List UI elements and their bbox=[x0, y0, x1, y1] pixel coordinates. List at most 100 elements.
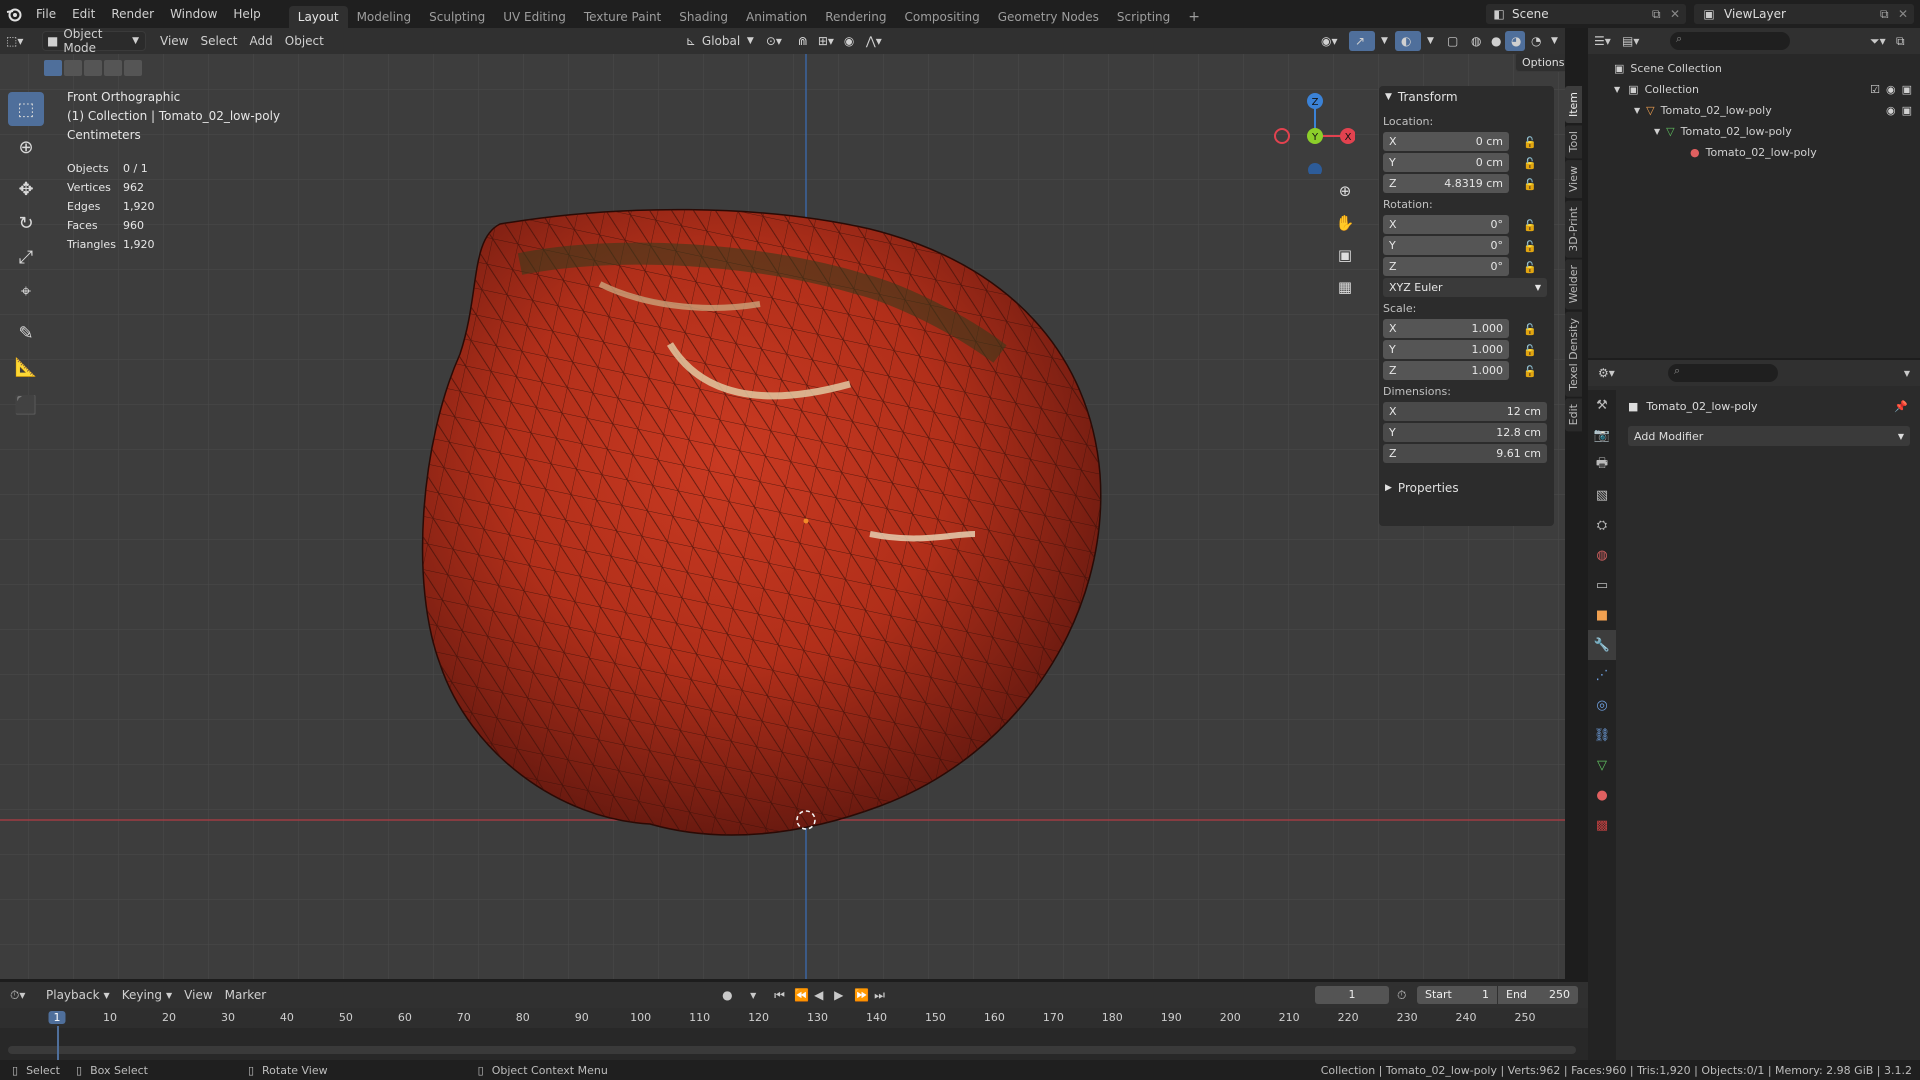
tab-layout[interactable]: Layout bbox=[288, 6, 348, 28]
location-z-field[interactable]: Z 4.8319 cm bbox=[1383, 174, 1509, 193]
dimension-z-field[interactable]: Z 9.61 cm bbox=[1383, 444, 1547, 463]
texture-props-icon[interactable]: ▩ bbox=[1588, 810, 1616, 840]
output-props-icon[interactable]: 🖶 bbox=[1588, 450, 1616, 480]
start-frame-field[interactable]: Start 1 bbox=[1417, 986, 1497, 1004]
tool-props-icon[interactable]: ⚒ bbox=[1588, 390, 1616, 420]
dimension-y-field[interactable]: Y 12.8 cm bbox=[1383, 423, 1547, 442]
lock-icon[interactable]: 🔓 bbox=[1523, 178, 1537, 192]
select-difference-icon[interactable] bbox=[104, 60, 122, 76]
outliner-object[interactable]: ▼ ▽ Tomato_02_low-poly ◉ ▣ bbox=[1588, 100, 1920, 121]
location-y-field[interactable]: Y 0 cm bbox=[1383, 153, 1509, 172]
particles-props-icon[interactable]: ⋰ bbox=[1588, 660, 1616, 690]
chevron-down-icon[interactable]: ▼ bbox=[1904, 369, 1910, 378]
properties-search-input[interactable]: ⌕ bbox=[1668, 364, 1778, 382]
scene-selector[interactable]: ◧ Scene ⧉ ✕ bbox=[1486, 4, 1686, 24]
grid-view-icon[interactable]: ▦ bbox=[1333, 278, 1357, 302]
scene-props-icon[interactable]: ⛭ bbox=[1588, 510, 1616, 540]
transform-header[interactable]: ▼ Transform bbox=[1379, 86, 1554, 108]
options-dropdown[interactable]: Options▼ bbox=[1515, 54, 1565, 72]
snap-toggle[interactable]: ⋒ bbox=[792, 31, 812, 51]
orientation-dropdown[interactable]: ⊾ Global ▼ bbox=[680, 31, 760, 51]
snap-dropdown[interactable]: ⊞▾ bbox=[812, 31, 838, 51]
outliner-editor-icon[interactable]: ☰▾ bbox=[1594, 34, 1622, 48]
add-workspace-button[interactable]: + bbox=[1179, 6, 1209, 28]
lock-icon[interactable]: 🔓 bbox=[1523, 219, 1537, 233]
tab-rendering[interactable]: Rendering bbox=[816, 6, 895, 28]
menu-edit[interactable]: Edit bbox=[64, 0, 103, 28]
constraints-props-icon[interactable]: ⛓ bbox=[1588, 720, 1616, 750]
scale-x-field[interactable]: X 1.000 bbox=[1383, 319, 1509, 338]
lock-icon[interactable]: 🔓 bbox=[1523, 323, 1537, 337]
shading-solid[interactable]: ● bbox=[1485, 31, 1505, 51]
tab-geometry-nodes[interactable]: Geometry Nodes bbox=[989, 6, 1108, 28]
tab-uv-editing[interactable]: UV Editing bbox=[494, 6, 575, 28]
tab-edit[interactable]: Edit bbox=[1565, 398, 1582, 432]
gizmo-neg-x-handle[interactable] bbox=[1274, 128, 1290, 144]
pivot-dropdown[interactable]: ⊙▾ bbox=[760, 31, 792, 51]
tab-welder[interactable]: Welder bbox=[1565, 259, 1582, 310]
tab-shading[interactable]: Shading bbox=[670, 6, 737, 28]
new-viewlayer-icon[interactable]: ⧉ bbox=[1880, 7, 1898, 22]
rotate-tool-icon[interactable]: ↻ bbox=[8, 206, 44, 240]
move-tool-icon[interactable]: ✥ bbox=[8, 172, 44, 206]
lock-icon[interactable]: 🔓 bbox=[1523, 157, 1537, 171]
current-frame-field[interactable]: 1 bbox=[1315, 986, 1389, 1004]
outliner-mesh-data[interactable]: ▼ ▽ Tomato_02_low-poly bbox=[1588, 121, 1920, 142]
viewlayer-selector[interactable]: ▣ ViewLayer ⧉ ✕ bbox=[1694, 4, 1914, 24]
pin-icon[interactable]: 📌 bbox=[1894, 400, 1908, 413]
gizmo-toggle[interactable]: ↗ bbox=[1349, 31, 1375, 51]
rotation-mode-dropdown[interactable]: XYZ Euler ▼ bbox=[1383, 278, 1547, 297]
rotation-z-field[interactable]: Z 0° bbox=[1383, 257, 1509, 276]
record-icon[interactable]: ● bbox=[722, 988, 750, 1002]
tab-3d-print[interactable]: 3D-Print bbox=[1565, 200, 1582, 258]
timeline-editor-icon[interactable]: ⏱▾ bbox=[0, 988, 40, 1003]
delete-scene-icon[interactable]: ✕ bbox=[1670, 7, 1686, 21]
select-subtract-icon[interactable] bbox=[84, 60, 102, 76]
menu-help[interactable]: Help bbox=[225, 0, 268, 28]
tab-texture-paint[interactable]: Texture Paint bbox=[575, 6, 670, 28]
gizmo-dropdown[interactable]: ▼ bbox=[1375, 31, 1389, 51]
overlay-toggle[interactable]: ◐ bbox=[1395, 31, 1421, 51]
shading-dropdown[interactable]: ▼ bbox=[1545, 31, 1561, 51]
new-scene-icon[interactable]: ⧉ bbox=[1652, 7, 1670, 22]
tab-texel-density[interactable]: Texel Density bbox=[1565, 311, 1582, 397]
outliner-search-input[interactable]: ⌕ bbox=[1670, 32, 1790, 50]
display-mode-icon[interactable]: ▤▾ bbox=[1622, 34, 1650, 48]
outliner-material[interactable]: ● Tomato_02_low-poly bbox=[1588, 142, 1920, 163]
new-collection-icon[interactable]: ⧉ bbox=[1896, 34, 1914, 49]
tab-item[interactable]: Item bbox=[1565, 86, 1582, 124]
transform-tool-icon[interactable]: ⌖ bbox=[8, 274, 44, 308]
physics-props-icon[interactable]: ◎ bbox=[1588, 690, 1616, 720]
tab-scripting[interactable]: Scripting bbox=[1108, 6, 1179, 28]
render-props-icon[interactable]: 📷 bbox=[1588, 420, 1616, 450]
menu-marker[interactable]: Marker bbox=[219, 985, 272, 1005]
timeline[interactable]: 1 10 20 30 40 50 60 70 80 90 100 110 120 130 140 150 160… bbox=[0, 1008, 1588, 1060]
menu-timeline-view[interactable]: View bbox=[178, 985, 218, 1005]
checkbox-icon[interactable]: ☑ bbox=[1870, 83, 1880, 96]
dimension-x-field[interactable]: X 12 cm bbox=[1383, 402, 1547, 421]
select-box-tool-icon[interactable]: ⬚ bbox=[8, 92, 44, 126]
menu-render[interactable]: Render bbox=[103, 0, 162, 28]
rotation-x-field[interactable]: X 0° bbox=[1383, 215, 1509, 234]
rotation-y-field[interactable]: Y 0° bbox=[1383, 236, 1509, 255]
select-intersect-icon[interactable] bbox=[124, 60, 142, 76]
menu-keying[interactable]: Keying ▼ bbox=[116, 985, 178, 1005]
jump-start-icon[interactable]: ⏮ bbox=[774, 988, 794, 1003]
tab-sculpting[interactable]: Sculpting bbox=[420, 6, 494, 28]
properties-editor-icon[interactable]: ⚙▾ bbox=[1598, 366, 1638, 380]
mode-dropdown[interactable]: ■ Object Mode ▼ bbox=[42, 27, 146, 55]
eye-icon[interactable]: ◉ bbox=[1886, 83, 1896, 96]
location-x-field[interactable]: X 0 cm bbox=[1383, 132, 1509, 151]
tab-tool[interactable]: Tool bbox=[1565, 125, 1582, 159]
timeline-scrollbar[interactable] bbox=[8, 1046, 1576, 1054]
blender-logo-icon[interactable] bbox=[0, 0, 28, 28]
lock-icon[interactable]: 🔓 bbox=[1523, 136, 1537, 150]
play-reverse-icon[interactable]: ◀ bbox=[814, 988, 834, 1002]
scale-y-field[interactable]: Y 1.000 bbox=[1383, 340, 1509, 359]
navigation-gizmo[interactable]: Z X Y bbox=[1265, 84, 1355, 174]
next-keyframe-icon[interactable]: ⏩ bbox=[854, 988, 874, 1002]
tab-compositing[interactable]: Compositing bbox=[895, 6, 988, 28]
lock-icon[interactable]: 🔓 bbox=[1523, 344, 1537, 358]
stopwatch-icon[interactable]: ⏱ bbox=[1397, 988, 1417, 1003]
prev-keyframe-icon[interactable]: ⏪ bbox=[794, 988, 814, 1002]
